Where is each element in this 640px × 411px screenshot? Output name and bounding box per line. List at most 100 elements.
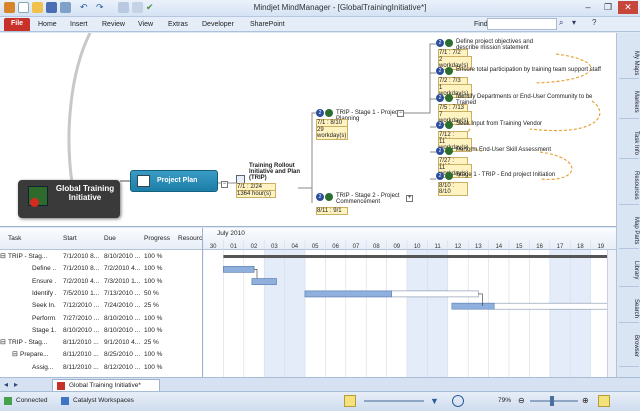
zoom-slider-thumb[interactable] (550, 396, 554, 406)
gantt-row[interactable]: Stage 1...8/10/2010 ...8/10/2010 ...100 … (0, 325, 202, 337)
gantt-vertical-scrollbar[interactable] (607, 250, 616, 377)
task-topic[interactable]: 2 Stage 1 - TRIP - End project Initiation… (436, 172, 608, 196)
side-tab-browser[interactable]: Browser (619, 325, 639, 367)
gantt-row[interactable]: ⊟ TRIP - Stag... 7/1/2010 8... 8/10/2010 ..… (0, 251, 202, 263)
row-due: 7/2/2010 4... (104, 265, 141, 273)
progress-icon (445, 121, 453, 129)
side-tab-my-maps[interactable]: My Maps (619, 41, 639, 79)
row-task: Prepare... (20, 351, 49, 359)
minimize-button[interactable]: – (578, 1, 598, 14)
undo-icon[interactable]: ↶ (80, 2, 91, 13)
tab-developer[interactable]: Developer (202, 19, 234, 31)
tab-next-icon[interactable]: ▸ (14, 380, 18, 389)
save-icon[interactable] (46, 2, 57, 13)
topic-icon[interactable] (132, 2, 143, 13)
side-tab-resources[interactable]: Resources (619, 161, 639, 205)
gantt-row[interactable]: Assig... 8/11/2010 ... 8/12/2010 ... 100 % (0, 362, 202, 374)
maximize-button[interactable]: ❐ (598, 1, 618, 14)
connected-status[interactable]: Connected (16, 397, 47, 404)
task-topic[interactable]: 2Seek Input from Training Vendor7/12 : 7… (436, 121, 608, 152)
tab-view[interactable]: View (138, 19, 153, 31)
stage1-collapse-toggle[interactable]: − (397, 110, 404, 117)
check-icon[interactable]: ✔ (146, 2, 157, 13)
tab-insert[interactable]: Insert (70, 19, 88, 31)
gantt-row[interactable]: Identify ... 7/5/2010 1... 7/13/2010 ...50… (0, 288, 202, 300)
task-topic[interactable]: 2 Perform End-User Skill Assessment 7/27 :… (436, 147, 608, 178)
col-start[interactable]: Start (63, 235, 77, 242)
view-slider[interactable] (364, 400, 424, 402)
weekend-shade (407, 250, 428, 377)
row-due: 8/25/2010 ... (104, 351, 141, 359)
fit-map-icon[interactable] (344, 395, 356, 407)
tab-review[interactable]: Review (102, 19, 125, 31)
stage2-expand-toggle[interactable]: + (406, 195, 413, 202)
focus-icon[interactable] (452, 395, 464, 407)
row-due: 8/12/2010 ... (104, 363, 141, 371)
row-start: 8/10/2010 ... (63, 326, 100, 334)
find-input[interactable] (487, 18, 557, 30)
day-label: 18 (577, 244, 584, 250)
col-progress[interactable]: Progress (144, 235, 170, 242)
row-toggle-icon[interactable]: ⊟ (0, 251, 8, 263)
gantt-row[interactable]: Ensure ... 7/2/2010 4... 7/3/2010 1...100 … (0, 276, 202, 288)
side-tab-map-parts[interactable]: Map Parts (619, 207, 639, 249)
row-task: Ensure ... (32, 277, 56, 285)
mind-map-canvas[interactable]: Global Training Initiative Project Plan … (0, 33, 616, 227)
tab-sharepoint[interactable]: SharePoint (250, 19, 285, 31)
day-label: 12 (455, 244, 462, 250)
row-toggle-icon[interactable]: ⊟ (12, 349, 20, 361)
gantt-chart[interactable]: 30 01 02 03 04 05 06 07 08 09 10 11 12 13 14 15 16 17 18 19 (203, 228, 616, 377)
new-icon[interactable] (18, 2, 29, 13)
redo-icon[interactable]: ↷ (96, 2, 107, 13)
open-icon[interactable] (32, 2, 43, 13)
progress-icon (445, 94, 453, 102)
find-dropdown-icon[interactable]: ▾ (572, 18, 582, 30)
catalyst-workspaces[interactable]: Catalyst Workspaces (73, 397, 134, 404)
row-start: 7/12/2010 ... (63, 302, 100, 310)
fit-window-icon[interactable] (598, 395, 610, 407)
help-icon[interactable]: ? (592, 18, 602, 30)
tab-extras[interactable]: Extras (168, 19, 188, 31)
zoom-in-icon[interactable]: ⊕ (582, 396, 589, 405)
find-search-icon[interactable]: ⌕ (559, 18, 569, 30)
gantt-row[interactable]: Perform... 7/27/2010 ... 8/10/2010 ...100 … (0, 313, 202, 325)
side-tab-markers[interactable]: Markers (619, 81, 639, 119)
col-due[interactable]: Due (104, 235, 116, 242)
gantt-row[interactable]: Define ... 7/1/2010 8... 7/2/2010 4... 100 … (0, 263, 202, 275)
priority-2-icon: 2 (436, 39, 444, 47)
row-start: 7/27/2010 ... (63, 314, 100, 322)
project-plan-topic[interactable]: Project Plan (130, 170, 218, 192)
rollout-topic[interactable]: Training Rollout Initiative and Plan (TR… (236, 163, 300, 198)
gantt-row[interactable]: ⊟ TRIP - Stag... 8/11/2010 ... 9/1/2010 4..… (0, 337, 202, 349)
col-task[interactable]: Task (8, 235, 21, 242)
row-progress: 100 % (144, 326, 163, 334)
rollout-hours: 1364 hour(s) (236, 190, 276, 198)
priority-2-icon: 2 (436, 94, 444, 102)
weekend-shade (549, 250, 571, 377)
zoom-out-icon[interactable]: ⊖ (518, 396, 525, 405)
close-button[interactable]: ✕ (618, 1, 638, 14)
filter-icon[interactable]: ▼ (430, 396, 439, 406)
task-topic[interactable]: 2 Define project objectives and describe … (436, 39, 608, 70)
collapse-toggle[interactable]: − (221, 181, 228, 188)
row-toggle-icon[interactable]: ⊟ (0, 337, 8, 349)
tab-home[interactable]: Home (38, 19, 57, 31)
tab-file[interactable]: File (4, 18, 30, 31)
gantt-view: Task Start Due Progress Resourc ⊟ TRIP - … (0, 228, 616, 377)
gantt-row[interactable]: ⊟ Prepare... 8/11/2010 ... 8/25/2010 ... 100… (0, 349, 202, 361)
gantt-row[interactable]: Seek In... 7/12/2010 ... 7/24/2010 ...25 % (0, 300, 202, 312)
task-title: Stage 1 - TRIP - End project Initiation (456, 172, 556, 178)
side-tab-task-info[interactable]: Task Info (619, 121, 639, 159)
central-topic[interactable]: Global Training Initiative (18, 180, 120, 218)
tab-prev-icon[interactable]: ◂ (4, 380, 8, 389)
side-tab-library[interactable]: Library (619, 251, 639, 287)
stage2-topic[interactable]: 2 TRIP - Stage 2 - Project Commencement … (316, 193, 416, 217)
task-topic[interactable]: 2 Ensure total participation by training … (436, 67, 608, 98)
task-topic[interactable]: 2 Identify Departments or End-User Commun… (436, 94, 608, 125)
row-task: TRIP - Stag... (8, 339, 48, 347)
side-tab-search[interactable]: Search (619, 289, 639, 323)
print-icon[interactable] (60, 2, 71, 13)
col-resources[interactable]: Resourc (178, 235, 202, 242)
presentation-icon[interactable] (118, 2, 129, 13)
zoom-slider-track[interactable] (530, 400, 578, 402)
